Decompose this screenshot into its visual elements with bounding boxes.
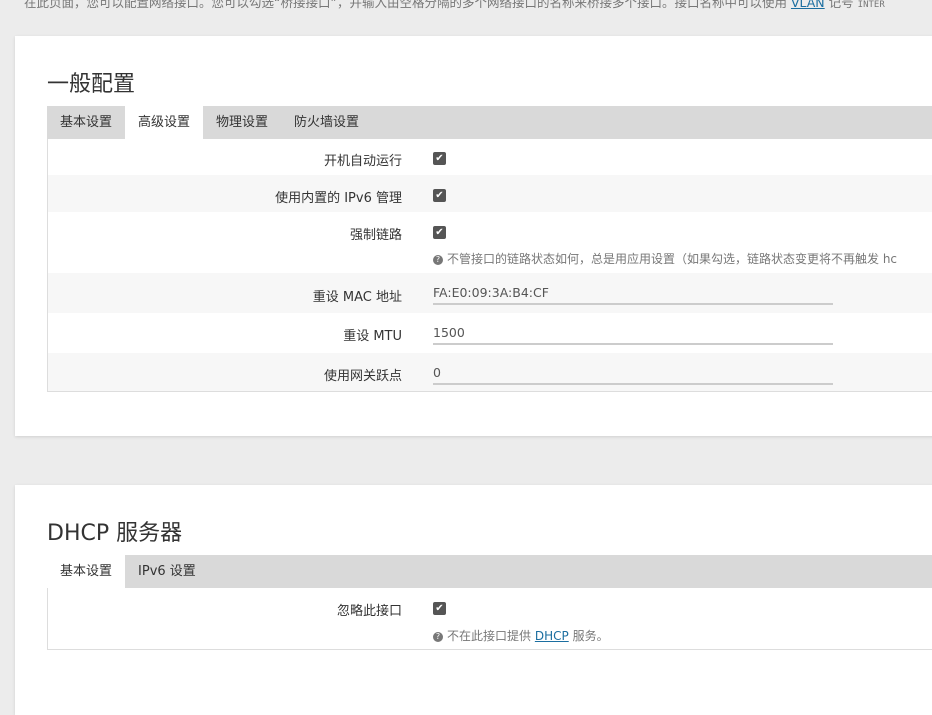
advanced-settings-panel: 开机自动运行 ✔ 使用内置的 IPv6 管理 ✔ 强制链路 ✔ ? 不管接口的链路… xyxy=(47,139,932,392)
mtu-label: 重设 MTU xyxy=(343,329,402,344)
ipv6-label: 使用内置的 IPv6 管理 xyxy=(275,191,402,206)
force-link-hint: ? 不管接口的链路状态如何，总是用应用设置（如果勾选，链路状态变更将不再触发 hc xyxy=(433,250,897,267)
ipv6-checkbox[interactable]: ✔ xyxy=(433,189,446,202)
help-icon: ? xyxy=(433,632,443,642)
mac-label: 重设 MAC 地址 xyxy=(312,290,402,305)
autostart-row: 开机自动运行 ✔ xyxy=(48,139,932,175)
mac-row: 重设 MAC 地址 xyxy=(48,273,932,313)
mtu-input[interactable] xyxy=(433,321,833,345)
tab-advanced-settings[interactable]: 高级设置 xyxy=(125,106,204,139)
force-link-row: 强制链路 ✔ ? 不管接口的链路状态如何，总是用应用设置（如果勾选，链路状态变更将… xyxy=(48,212,932,273)
ignore-checkbox[interactable]: ✔ xyxy=(433,602,446,615)
section-title: 一般配置 xyxy=(47,72,136,97)
help-icon: ? xyxy=(433,255,443,265)
autostart-label: 开机自动运行 xyxy=(323,154,402,169)
dhcp-tabs: 基本设置 IPv6 设置 xyxy=(47,555,932,588)
ipv6-row: 使用内置的 IPv6 管理 ✔ xyxy=(48,175,932,212)
gw-metric-input[interactable] xyxy=(433,361,833,385)
general-tabs: 基本设置 高级设置 物理设置 防火墙设置 xyxy=(47,106,932,139)
mac-input[interactable] xyxy=(433,281,833,305)
tab-physical-settings[interactable]: 物理设置 xyxy=(203,106,281,139)
force-link-label: 强制链路 xyxy=(349,228,402,243)
tab-dhcp-basic-settings[interactable]: 基本设置 xyxy=(47,555,126,588)
tab-ipv6-settings[interactable]: IPv6 设置 xyxy=(125,555,209,588)
page-description: 在此页面，您可以配置网络接口。您可以勾选“桥接接口”，并输入由空格分隔的多个网络… xyxy=(24,0,885,12)
tab-basic-settings[interactable]: 基本设置 xyxy=(47,106,125,139)
dhcp-basic-panel: 忽略此接口 ✔ ? 不在此接口提供 DHCP 服务。 xyxy=(47,588,932,650)
ignore-row: 忽略此接口 ✔ ? 不在此接口提供 DHCP 服务。 xyxy=(48,588,932,649)
dhcp-server-section: DHCP 服务器 基本设置 IPv6 设置 忽略此接口 ✔ ? 不在此接口提供 D… xyxy=(15,485,932,715)
general-config-section: 一般配置 基本设置 高级设置 物理设置 防火墙设置 开机自动运行 ✔ 使用内置的… xyxy=(15,36,932,436)
autostart-checkbox[interactable]: ✔ xyxy=(433,152,446,165)
force-link-checkbox[interactable]: ✔ xyxy=(433,226,446,239)
mtu-row: 重设 MTU xyxy=(48,313,932,353)
ignore-label: 忽略此接口 xyxy=(336,604,402,619)
tab-firewall-settings[interactable]: 防火墙设置 xyxy=(281,106,372,139)
gw-metric-row: 使用网关跃点 xyxy=(48,353,932,391)
dhcp-link[interactable]: DHCP xyxy=(535,629,569,643)
section-title: DHCP 服务器 xyxy=(47,521,183,546)
ignore-hint: ? 不在此接口提供 DHCP 服务。 xyxy=(433,627,609,644)
vlan-link[interactable]: VLAN xyxy=(791,0,825,10)
gw-metric-label: 使用网关跃点 xyxy=(323,369,402,384)
